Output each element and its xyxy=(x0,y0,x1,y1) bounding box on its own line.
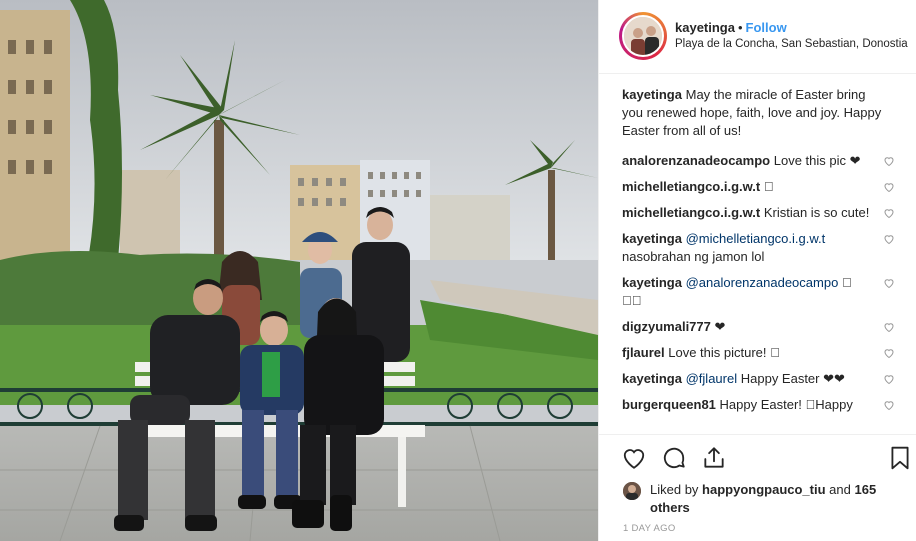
liker-username[interactable]: happyongpauco_tiu xyxy=(702,482,826,497)
comment-text: 􏿾 xyxy=(763,179,774,194)
likes-text: Liked by happyongpauco_tiu and 165 other… xyxy=(650,481,900,517)
comment-text: nasobrahan ng jamon lol xyxy=(622,249,765,264)
avatar[interactable] xyxy=(622,15,664,57)
comment-mention[interactable]: @michelletiangco.i.g.w.t xyxy=(686,231,826,246)
comment-username[interactable]: digzyumali777 xyxy=(622,319,711,334)
comment-text: ❤ xyxy=(714,319,726,334)
comment-like-heart-icon[interactable] xyxy=(883,155,895,167)
comment-item: kayetinga @analorenzanadeocampo 􏿾 􏿾􏿾 xyxy=(622,274,901,310)
comment-mention[interactable]: @fjlaurel xyxy=(686,371,738,386)
location-link[interactable]: Playa de la Concha, San Sebastian, Donos… xyxy=(675,38,908,50)
post-username[interactable]: kayetinga xyxy=(675,20,735,35)
heart-outline-icon[interactable] xyxy=(621,445,647,471)
comment-username[interactable]: burgerqueen81 xyxy=(622,397,716,412)
caption-username[interactable]: kayetinga xyxy=(622,87,682,102)
comment-username[interactable]: kayetinga xyxy=(622,275,682,290)
comment-item: kayetinga @michelletiangco.i.g.w.t nasob… xyxy=(622,230,901,266)
comment-like-heart-icon[interactable] xyxy=(883,277,895,289)
comment-item: digzyumali777 ❤ xyxy=(622,318,901,336)
post-actions: Liked by happyongpauco_tiu and 165 other… xyxy=(599,434,916,541)
post-photo[interactable] xyxy=(0,0,598,541)
comment-item: kayetinga @fjlaurel Happy Easter ❤❤ xyxy=(622,370,901,388)
comment-item: michelletiangco.i.g.w.t Kristian is so c… xyxy=(622,204,901,222)
post-header: kayetinga • Follow Playa de la Concha, San… xyxy=(599,0,916,74)
post-caption: kayetinga May the miracle of Easter brin… xyxy=(622,86,901,140)
comment-username[interactable]: analorenzanadeocampo xyxy=(622,153,770,168)
comment-like-heart-icon[interactable] xyxy=(883,373,895,385)
comment-username[interactable]: kayetinga xyxy=(622,231,682,246)
comment-like-heart-icon[interactable] xyxy=(883,347,895,359)
comment-like-heart-icon[interactable] xyxy=(883,233,895,245)
comment-text: Happy Easter! 􏿾Happy xyxy=(719,397,853,412)
comment-text: Love this picture! 􏿾 xyxy=(668,345,780,360)
comment-mention[interactable]: @analorenzanadeocampo xyxy=(686,275,839,290)
separator-dot: • xyxy=(737,20,743,35)
comment-like-heart-icon[interactable] xyxy=(883,399,895,411)
story-ring[interactable] xyxy=(619,12,667,60)
post-timestamp[interactable]: 1 DAY AGO xyxy=(623,523,676,534)
comment-username[interactable]: fjlaurel xyxy=(622,345,665,360)
bookmark-icon[interactable] xyxy=(887,445,913,471)
comment-text: Kristian is so cute! xyxy=(763,205,870,220)
comment-item: analorenzanadeocampo Love this pic ❤ xyxy=(622,152,901,170)
comment-username[interactable]: michelletiangco.i.g.w.t xyxy=(622,205,760,220)
comment-bubble-icon[interactable] xyxy=(661,445,687,471)
comment-text: Happy Easter ❤❤ xyxy=(740,371,845,386)
share-upload-icon[interactable] xyxy=(701,445,727,471)
comment-like-heart-icon[interactable] xyxy=(883,207,895,219)
avatar-image xyxy=(624,17,662,55)
photo-scene xyxy=(0,0,598,541)
comment-like-heart-icon[interactable] xyxy=(883,321,895,333)
comments-list[interactable]: kayetinga May the miracle of Easter brin… xyxy=(599,74,916,434)
comment-text: Love this pic ❤ xyxy=(773,153,861,168)
comment-item: fjlaurel Love this picture! 􏿾 xyxy=(622,344,901,362)
comment-username[interactable]: michelletiangco.i.g.w.t xyxy=(622,179,760,194)
likes-and: and xyxy=(829,482,851,497)
comment-like-heart-icon[interactable] xyxy=(883,181,895,193)
likes-prefix: Liked by xyxy=(650,482,699,497)
header-user-line: kayetinga • Follow xyxy=(675,20,787,35)
liker-avatar[interactable] xyxy=(623,482,641,500)
follow-button[interactable]: Follow xyxy=(746,20,787,35)
comment-username[interactable]: kayetinga xyxy=(622,371,682,386)
comment-item: burgerqueen81 Happy Easter! 􏿾Happy xyxy=(622,396,901,414)
comment-item: michelletiangco.i.g.w.t 􏿾 xyxy=(622,178,901,196)
post-sidebar: kayetinga • Follow Playa de la Concha, San… xyxy=(598,0,916,541)
